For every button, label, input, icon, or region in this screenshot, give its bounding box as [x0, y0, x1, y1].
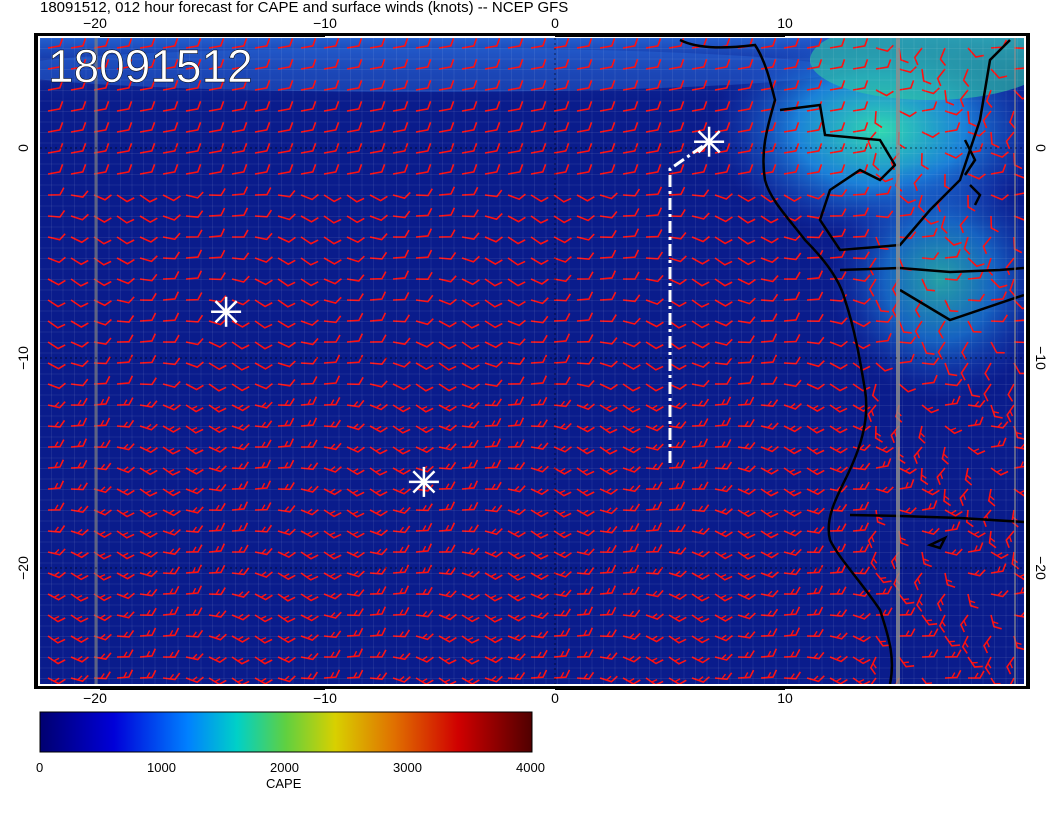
colorbar-tick: 0	[36, 760, 44, 775]
left-tick-label: −20	[15, 556, 31, 580]
colorbar-tick: 1000	[147, 760, 176, 775]
timestamp-overlay: 18091512	[48, 40, 253, 92]
colorbar-tick: 2000	[270, 760, 299, 775]
colorbar-tick: 3000	[393, 760, 422, 775]
bottom-tick-label: −10	[313, 690, 337, 706]
right-tick-label: −10	[1033, 346, 1049, 370]
colorbar	[39, 711, 533, 753]
top-tick-label: 10	[777, 15, 793, 31]
top-tick-label: −20	[83, 15, 107, 31]
bottom-tick-label: 0	[551, 690, 559, 706]
storm-marker-2	[211, 296, 242, 327]
left-tick-label: 0	[15, 144, 31, 152]
top-tick-label: 0	[551, 15, 559, 31]
storm-marker-1	[694, 126, 725, 157]
right-tick-label: −20	[1033, 556, 1049, 580]
top-tick-label: −10	[313, 15, 337, 31]
colorbar-tick: 4000	[516, 760, 545, 775]
map-figure: 18091512 −20 −20 −10 −10 0 0 10 10 0 0 −10 −10 −20 −2…	[15, 15, 1049, 753]
bottom-tick-label: 10	[777, 690, 793, 706]
right-tick-label: 0	[1033, 144, 1049, 152]
colorbar-label: CAPE	[266, 776, 302, 791]
bottom-tick-label: −20	[83, 690, 107, 706]
left-tick-label: −10	[15, 346, 31, 370]
storm-marker-3	[408, 466, 439, 497]
